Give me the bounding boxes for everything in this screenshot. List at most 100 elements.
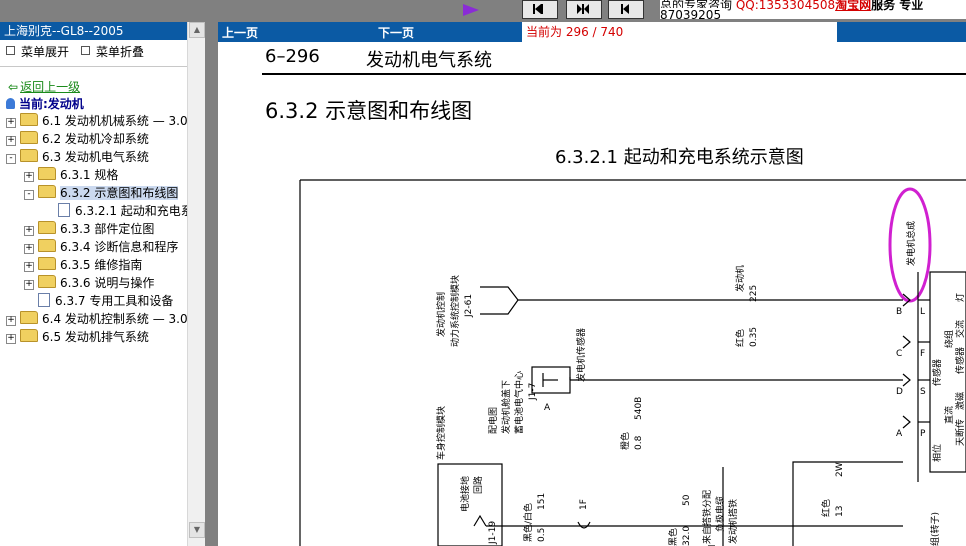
tree-item-repair[interactable]: +6.3.5 维修指南 xyxy=(24,256,142,274)
square-icon xyxy=(81,46,90,55)
skip-first-icon xyxy=(533,4,543,14)
connector-pin xyxy=(902,335,911,349)
splice-label: 1F xyxy=(579,499,589,510)
tree-item-component-locator[interactable]: +6.3.3 部件定位图 xyxy=(24,220,154,238)
left-scrollbar[interactable]: ▲ ▼ xyxy=(187,22,205,546)
split-view-button[interactable] xyxy=(566,0,602,19)
folder-icon xyxy=(38,239,56,252)
pins-group: B L C F D S A P xyxy=(896,293,930,439)
bcm-pin xyxy=(473,514,487,527)
tree-item-label: 6.3.1 规格 xyxy=(60,168,119,182)
tree-item-starting-charging[interactable]: 6.3.2.1 起动和充电系 xyxy=(58,202,193,220)
ground-label: 来自搭铁分配 xyxy=(701,490,713,544)
pcm-connector: J2-61 xyxy=(464,294,474,318)
pin-label: A xyxy=(896,429,903,439)
back-link-label[interactable]: 返回上一级 xyxy=(20,80,80,94)
scroll-down-arrow-icon[interactable]: ▼ xyxy=(189,522,205,538)
rotor-label: 组(转子) xyxy=(929,512,941,546)
pin-label: S xyxy=(920,387,926,397)
tree-item-engine-mechanical[interactable]: +6.1 发动机机械系统 — 3.0 xyxy=(6,112,188,130)
internal-label: 交流 xyxy=(954,320,966,338)
header-rule xyxy=(262,73,966,75)
wire-label: 151 xyxy=(537,493,547,510)
tree-item-special-tools[interactable]: 6.3.7 专用工具和设备 xyxy=(24,292,173,310)
tree-item-label: 6.3.6 说明与操作 xyxy=(60,276,155,290)
wire-label: 32.0 xyxy=(682,526,692,546)
splice-1f xyxy=(577,521,591,529)
expand-icon[interactable]: + xyxy=(24,226,34,236)
tree-item-label: 6.3 发动机电气系统 xyxy=(42,150,149,164)
first-page-button[interactable] xyxy=(522,0,558,19)
square-icon xyxy=(6,46,15,55)
tree-item-engine-control[interactable]: +6.4 发动机控制系统 — 3.0 xyxy=(6,310,188,328)
expand-icon[interactable]: + xyxy=(6,136,16,146)
wire-label: 13 xyxy=(835,506,845,517)
internal-labels: 相位 直流 传感器绕组 灯交流传感器激磁天断传 xyxy=(931,293,966,462)
location-icon xyxy=(6,98,15,109)
tree-item-label: 6.3.3 部件定位图 xyxy=(60,222,155,236)
tree-item-label: 6.3.2 示意图和布线图 xyxy=(60,186,179,200)
wire-label: 黑色/白色 xyxy=(522,503,534,542)
wire-label: 橙色 xyxy=(619,432,631,450)
ground-circuit-label: 回路 xyxy=(472,476,484,494)
expand-icon[interactable]: + xyxy=(6,334,16,344)
wire-2w xyxy=(792,461,903,546)
expand-icon[interactable]: + xyxy=(6,118,16,128)
pcm-connector-shape xyxy=(480,286,519,315)
folder-icon xyxy=(38,167,56,180)
document-icon xyxy=(38,293,50,307)
tree-item-diagnostics[interactable]: +6.3.4 诊断信息和程序 xyxy=(24,238,178,256)
prev-page-link[interactable]: 上一页 xyxy=(222,24,258,41)
wiring-diagram: 发电机总成 发动机控制 动力系统控制模块 J2-61 发动机 红色 0.35 2… xyxy=(299,179,966,546)
collapse-icon[interactable]: - xyxy=(6,154,16,164)
bcm-label: 车身控制模块 xyxy=(435,406,447,460)
pin-label: L xyxy=(920,307,925,317)
coil-label: 直流 xyxy=(943,406,955,424)
expand-icon[interactable]: + xyxy=(24,280,34,290)
last-page-button[interactable] xyxy=(608,0,644,19)
collapse-menu-label: 菜单折叠 xyxy=(96,45,145,59)
next-page-link[interactable]: 下一页 xyxy=(378,24,414,41)
open-folder-icon xyxy=(20,149,38,162)
wire-label: 发动机 xyxy=(734,265,746,292)
collapse-menu-button[interactable]: 菜单折叠 xyxy=(81,43,144,60)
sensor-label: 发电机传感器 xyxy=(575,328,587,382)
tree-item-description[interactable]: +6.3.6 说明与操作 xyxy=(24,274,154,292)
tree-item-schematics[interactable]: - 6.3.2 示意图和布线图 xyxy=(24,184,179,202)
ad-banner[interactable]: 总的专家咨询 QQ:1353304508淘宝网服务 专业 87039205 xyxy=(660,0,966,19)
tree-panel: 上海别克--GL8--2005 菜单展开 菜单折叠 ⇦ 返回上一级 当前:发动机 … xyxy=(0,22,205,546)
expand-icon[interactable]: + xyxy=(24,172,34,182)
back-link[interactable]: ⇦ 返回上一级 xyxy=(8,78,80,95)
expand-menu-button[interactable]: 菜单展开 xyxy=(6,43,69,60)
scroll-up-arrow-icon[interactable]: ▲ xyxy=(189,22,205,38)
tree-item-engine-electrical[interactable]: - 6.3 发动机电气系统 xyxy=(6,148,149,166)
ground-circuit-label: 电池接地 xyxy=(459,476,471,512)
page-number: 6–296 xyxy=(265,46,320,67)
left-title: 上海别克--GL8--2005 xyxy=(0,22,191,40)
divider xyxy=(0,66,187,67)
tree-item-engine-exhaust[interactable]: +6.5 发动机排气系统 xyxy=(6,328,149,346)
folder-icon xyxy=(38,221,56,234)
expand-icon[interactable]: + xyxy=(24,262,34,272)
ad-shop-link[interactable]: 淘宝网 xyxy=(835,0,871,12)
internal-label: 激磁 xyxy=(954,392,966,410)
open-folder-icon xyxy=(38,185,56,198)
distribution-label: 蓄电池电气中心 xyxy=(513,371,525,434)
section-title: 发动机电气系统 xyxy=(366,50,492,71)
ad-qq: QQ:1353304508 xyxy=(735,0,836,12)
split-arrows-icon xyxy=(577,4,589,14)
collapse-icon[interactable]: - xyxy=(24,190,34,200)
diagram-title: 6.3.2.1 起动和充电系统示意图 xyxy=(555,147,804,168)
wire-label: 225 xyxy=(749,285,759,302)
tree-item-label: 6.1 发动机机械系统 — 3.0 xyxy=(42,114,188,128)
expand-icon[interactable]: + xyxy=(24,244,34,254)
pin-label: D xyxy=(896,387,903,397)
coil-label: 绕组 xyxy=(943,330,955,348)
section-heading: 6.3.2 示意图和布线图 xyxy=(265,99,473,123)
wire-label: 0.8 xyxy=(634,435,644,450)
expand-icon[interactable]: + xyxy=(6,316,16,326)
tree-item-engine-cooling[interactable]: +6.2 发动机冷却系统 xyxy=(6,130,149,148)
internal-label: 传感器 xyxy=(954,347,966,374)
wire-label: 540B xyxy=(634,397,644,420)
tree-item-specs[interactable]: +6.3.1 规格 xyxy=(24,166,118,184)
